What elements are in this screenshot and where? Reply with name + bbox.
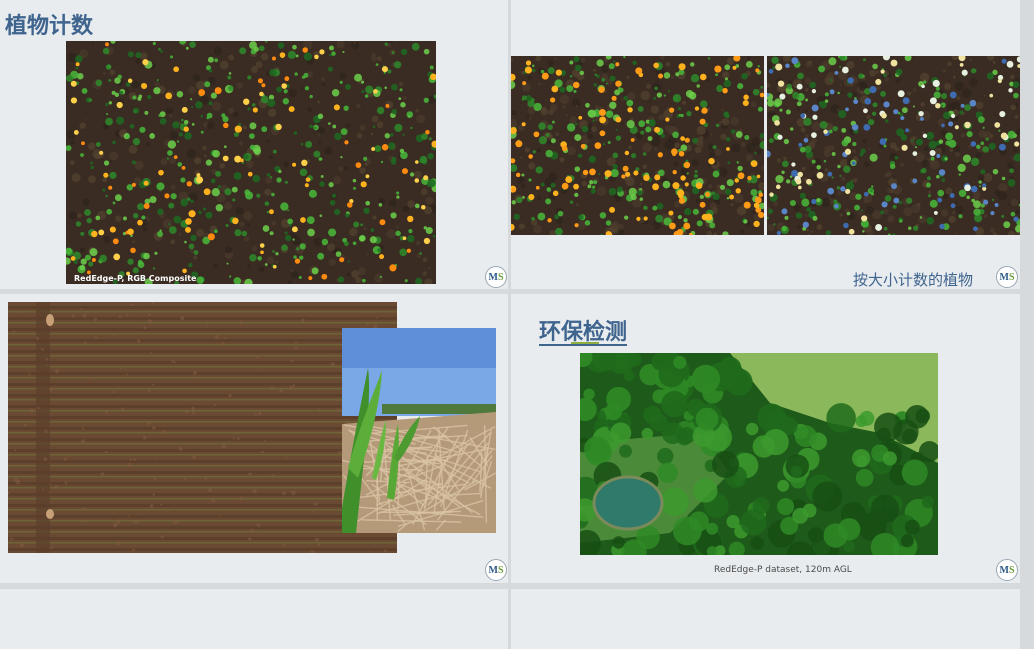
brand-logo: MS — [485, 266, 507, 288]
slide-thumbnail-size-count[interactable]: 按大小计数的植物 MS — [511, 0, 1020, 289]
image-caption: RedEdge-P dataset, 120m AGL — [714, 565, 852, 575]
brand-logo: MS — [996, 559, 1018, 581]
slide-thumbnail-next-left[interactable] — [0, 589, 508, 649]
corn-seedling-photo — [342, 328, 496, 533]
title-underline-accent — [571, 342, 599, 344]
brand-logo: MS — [996, 266, 1018, 288]
slide-thumbnail-next-right[interactable] — [511, 589, 1020, 649]
slide-thumbnail-plant-counting[interactable]: 植物计数 RedEdge-P, RGB Composite MS — [0, 0, 508, 289]
image-caption: 按大小计数的植物 — [853, 269, 973, 289]
slide-thumbnail-environmental[interactable]: 环保检测 RedEdge-P dataset, 120m AGL MS — [511, 294, 1020, 583]
plant-count-orange-markers-image — [511, 56, 764, 235]
slide-title: 植物计数 — [5, 8, 93, 40]
slide-thumbnail-field-rows[interactable]: MS — [0, 294, 508, 583]
environmental-aerial-image — [580, 353, 938, 555]
crop-rows-aerial-image — [8, 302, 397, 553]
plant-count-size-classes-image — [767, 56, 1020, 235]
plant-count-aerial-image — [66, 41, 436, 284]
image-caption: RedEdge-P, RGB Composite — [74, 274, 196, 283]
brand-logo: MS — [485, 559, 507, 581]
